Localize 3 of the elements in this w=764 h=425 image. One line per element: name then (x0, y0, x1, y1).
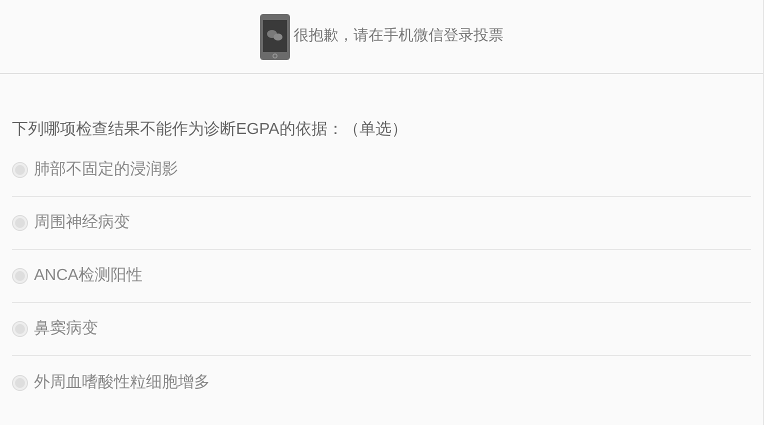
question-text: 下列哪项检查结果不能作为诊断EGPA的依据：（单选） (12, 120, 408, 140)
phone-chat-icon (260, 14, 290, 60)
login-notice: 很抱歉，请在手机微信登录投票 (294, 26, 504, 46)
